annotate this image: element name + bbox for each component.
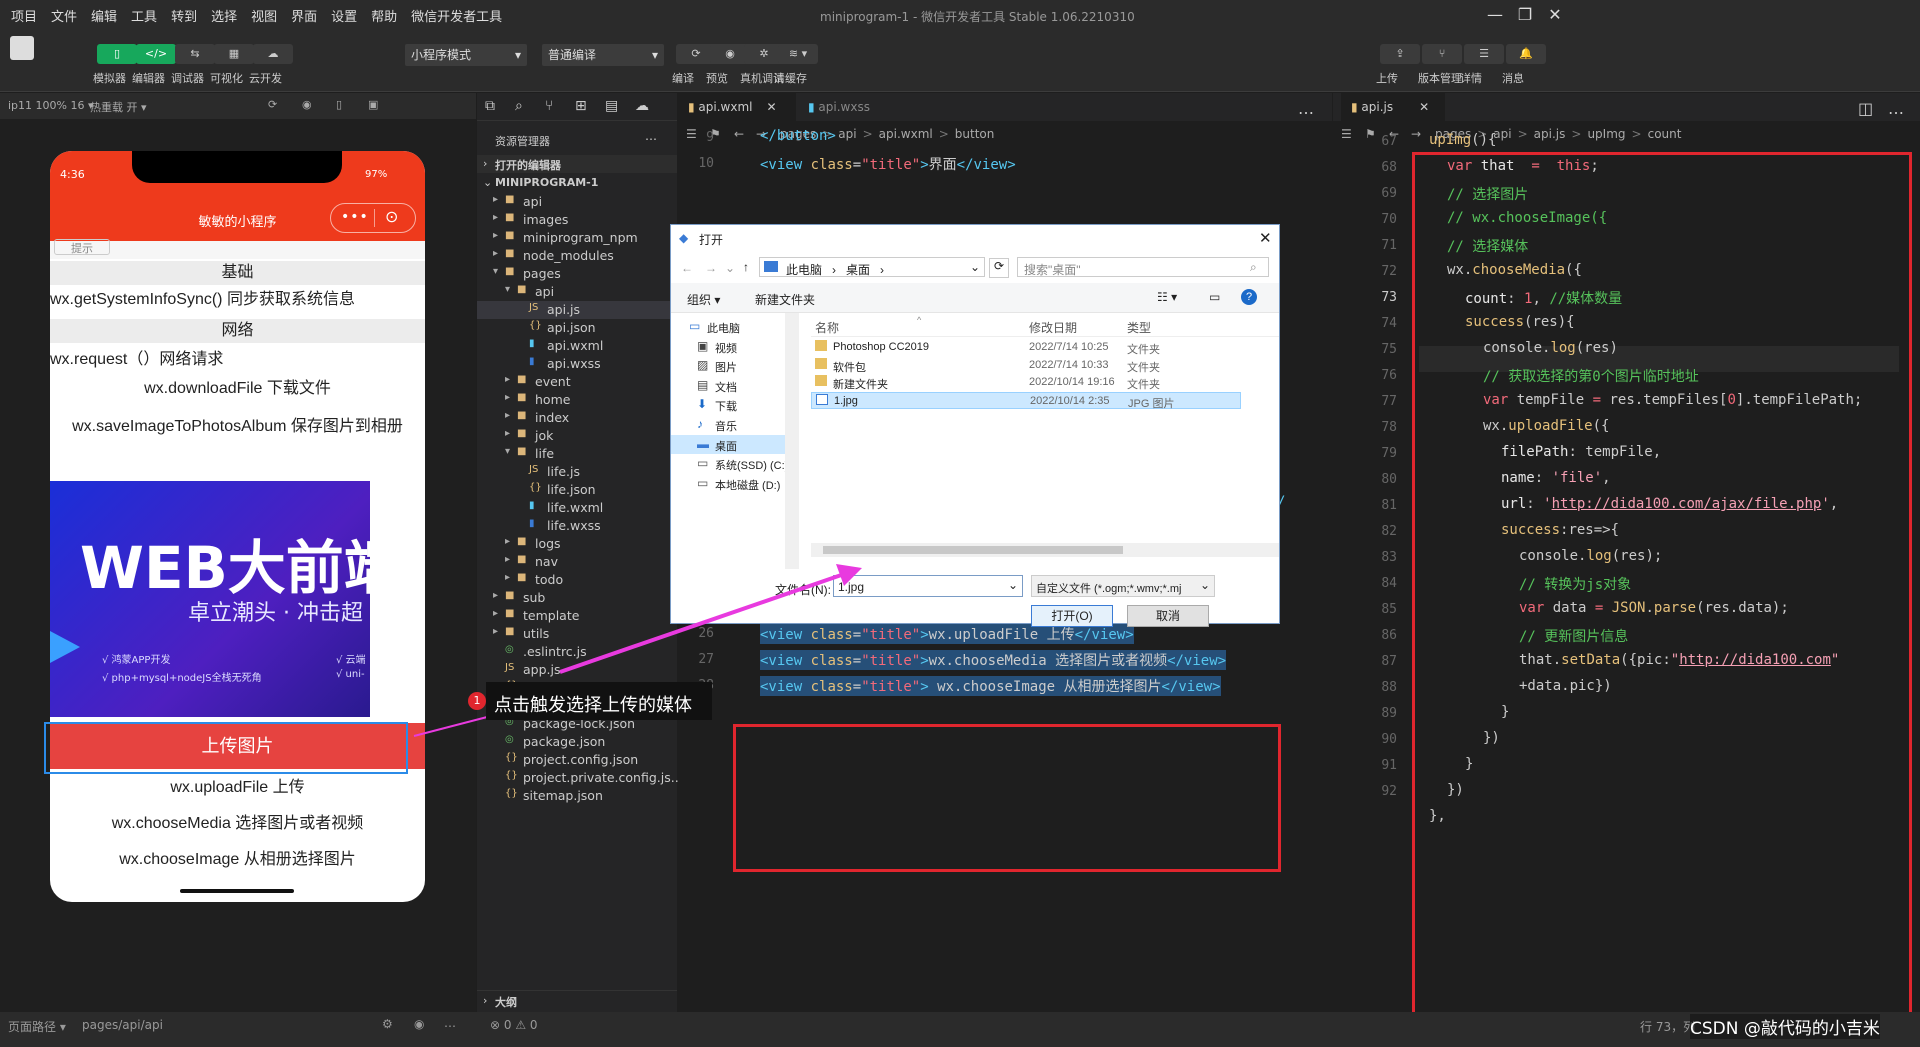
annotation-text: 点击触发选择上传的媒体 <box>494 695 692 716</box>
page-path[interactable]: pages/api/api <box>82 1018 163 1032</box>
page-path-label[interactable]: 页面路径 ▾ <box>8 1018 66 1035</box>
problems-count[interactable]: ⊗ 0 ⚠ 0 <box>490 1018 538 1032</box>
annotation-arrow-line <box>559 570 851 674</box>
cursor-position[interactable]: 行 73，列 <box>1640 1018 1695 1035</box>
annotation-callout: 1 点击触发选择上传的媒体 <box>468 682 712 720</box>
settings-icon[interactable]: ⚙ <box>382 1017 393 1031</box>
eye-icon[interactable]: ◉ <box>414 1017 424 1031</box>
status-more-icon[interactable]: … <box>444 1016 456 1030</box>
annotation-arrows <box>413 564 862 737</box>
annotation-badge: 1 <box>468 692 486 710</box>
status-bar: 页面路径 ▾ pages/api/api ⚙ ◉ … ⊗ 0 ⚠ 0 行 73，… <box>0 1012 1920 1047</box>
watermark: CSDN @敲代码的小吉米 <box>1690 1014 1880 1039</box>
